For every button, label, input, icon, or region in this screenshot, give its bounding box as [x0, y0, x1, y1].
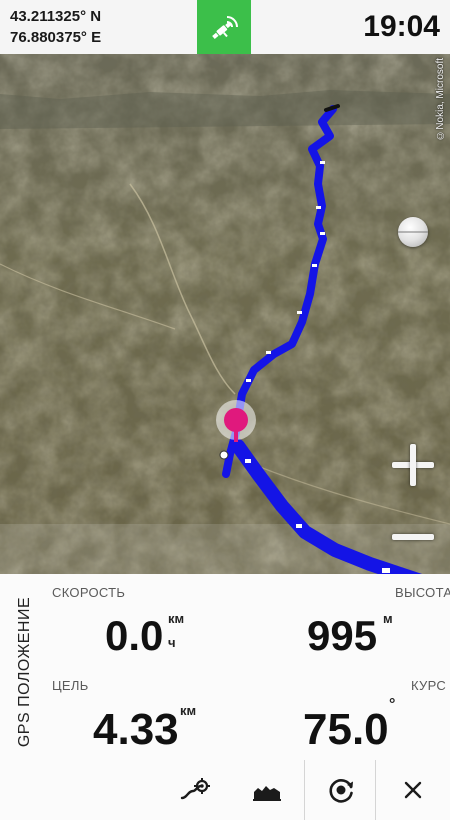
longitude-readout: 76.880375° E — [10, 29, 102, 46]
course-label: КУРС — [411, 678, 447, 693]
route-target-icon — [180, 778, 210, 800]
altitude-label: ВЫСОТА — [395, 585, 450, 600]
zoom-in-button[interactable] — [392, 444, 434, 486]
minus-icon — [392, 534, 434, 540]
gps-status-button[interactable] — [197, 0, 251, 54]
speed-unit-bottom: ч — [168, 635, 176, 650]
panel-title: GPS ПОЛОЖЕНИЕ — [16, 596, 33, 748]
elevation-profile-button[interactable] — [242, 760, 292, 820]
map-view[interactable]: ©Nokia, Microsoft — [0, 54, 450, 574]
status-bar: 43.211325° N 76.880375° E 19:04 — [0, 0, 450, 55]
gps-coordinates: 43.211325° N 76.880375° E — [10, 6, 101, 48]
route-target-button[interactable] — [170, 760, 220, 820]
bottom-toolbar — [0, 760, 450, 820]
latitude-readout: 43.211325° N — [10, 8, 102, 25]
target-label: ЦЕЛЬ — [52, 678, 89, 693]
speed-value: 0.0 — [105, 612, 164, 659]
terrain-image — [0, 54, 450, 574]
close-button[interactable] — [388, 760, 438, 820]
zoom-out-button[interactable] — [392, 516, 434, 558]
toolbar-divider — [304, 760, 305, 820]
target-distance-unit: км — [180, 703, 197, 718]
clock: 19:04 — [363, 10, 440, 43]
plus-icon-vertical — [410, 444, 416, 486]
toolbar-divider — [375, 760, 376, 820]
map-copyright: ©Nokia, Microsoft — [435, 58, 446, 141]
altitude-unit: м — [383, 611, 393, 626]
elevation-profile-icon — [253, 786, 281, 801]
satellite-icon — [212, 16, 238, 40]
recenter-icon — [329, 779, 353, 803]
speed-unit-top: км — [168, 611, 185, 626]
compass-ball-icon[interactable] — [398, 217, 428, 247]
course-value: 75.0 — [303, 705, 389, 754]
speed-label: СКОРОСТЬ — [52, 585, 126, 600]
close-icon — [404, 781, 422, 799]
recenter-button[interactable] — [316, 760, 366, 820]
course-unit: ° — [389, 696, 396, 713]
target-distance-value: 4.33 — [93, 705, 179, 754]
altitude-value: 995 — [307, 612, 378, 659]
